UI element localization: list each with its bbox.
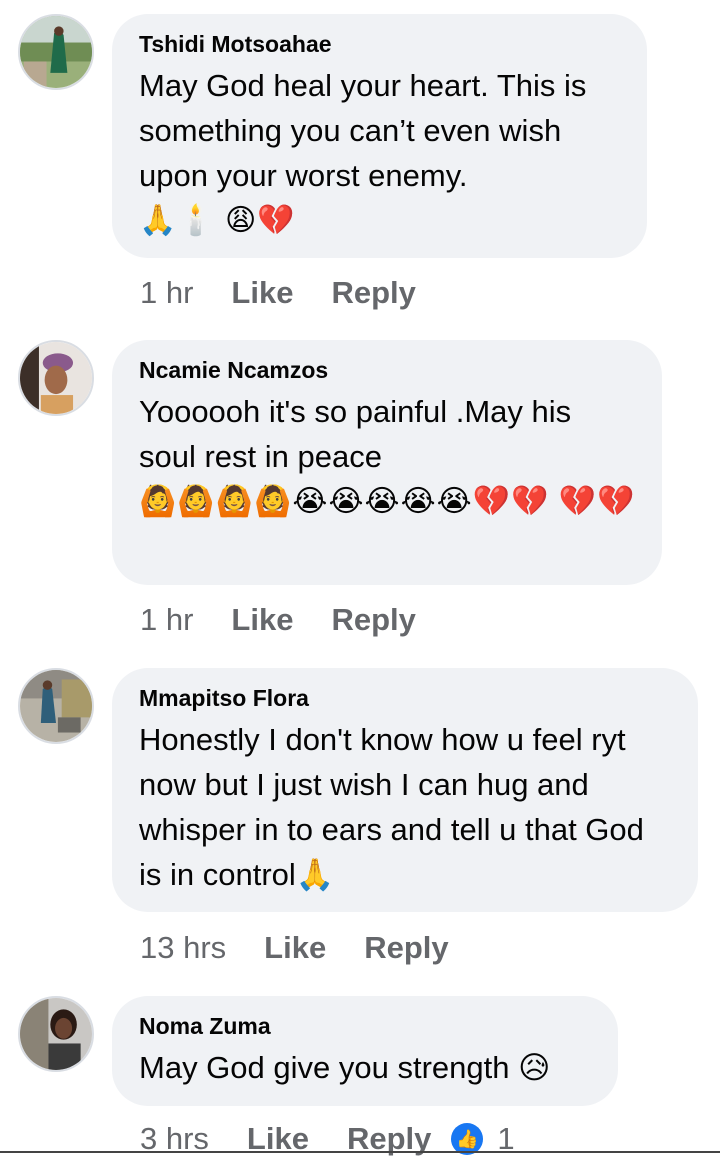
comment-timestamp[interactable]: 1 hr	[140, 275, 193, 311]
comment-actions: 1 hr Like Reply	[140, 275, 436, 311]
comment-author[interactable]: Tshidi Motsoahae	[139, 30, 621, 58]
avatar-photo	[20, 670, 92, 742]
comment-bubble: Tshidi Motsoahae May God heal your heart…	[112, 14, 647, 258]
reply-button[interactable]: Reply	[331, 275, 415, 311]
avatar[interactable]	[18, 996, 94, 1072]
reply-button[interactable]: Reply	[364, 930, 448, 966]
like-button[interactable]: Like	[231, 602, 293, 638]
avatar-photo	[20, 998, 92, 1070]
comment-author[interactable]: Noma Zuma	[139, 1012, 592, 1040]
screen-bottom-divider	[0, 1151, 720, 1153]
avatar[interactable]	[18, 340, 94, 416]
comment-actions: 1 hr Like Reply	[140, 602, 436, 638]
like-button[interactable]: Like	[231, 275, 293, 311]
comment-text: May God heal your heart. This is somethi…	[139, 68, 587, 193]
comment-text: Yoooooh it's so painful .May his soul re…	[139, 394, 572, 474]
comment-text: Honestly I don't know how u feel ryt now…	[139, 722, 644, 892]
reply-button[interactable]: Reply	[331, 602, 415, 638]
comment-emojis: 🙏🕯️ 😩💔	[139, 204, 296, 237]
comment-emojis: 🙆🙆🙆🙆😭😭😭😭😭💔💔 💔💔	[139, 485, 636, 518]
like-button[interactable]: Like	[264, 930, 326, 966]
avatar-photo	[20, 16, 92, 88]
comment-text: May God give you strength 😥	[139, 1050, 551, 1085]
comment-bubble: Ncamie Ncamzos Yoooooh it's so painful .…	[112, 340, 662, 585]
comment-bubble: Noma Zuma May God give you strength 😥	[112, 996, 618, 1106]
avatar-photo	[20, 342, 92, 414]
avatar[interactable]	[18, 14, 94, 90]
avatar[interactable]	[18, 668, 94, 744]
comment-timestamp[interactable]: 13 hrs	[140, 930, 226, 966]
comment-timestamp[interactable]: 1 hr	[140, 602, 193, 638]
comment-author[interactable]: Mmapitso Flora	[139, 684, 672, 712]
comment-author[interactable]: Ncamie Ncamzos	[139, 356, 636, 384]
comment-actions: 13 hrs Like Reply	[140, 930, 469, 966]
comment-bubble: Mmapitso Flora Honestly I don't know how…	[112, 668, 698, 912]
